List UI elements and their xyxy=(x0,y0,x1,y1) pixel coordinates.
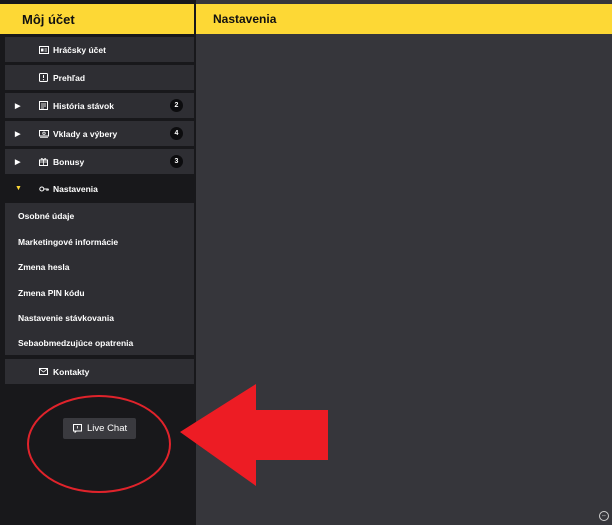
count-badge: 3 xyxy=(170,155,183,168)
caret-right-icon: ▶ xyxy=(15,102,21,110)
gift-icon xyxy=(39,149,48,174)
settings-submenu: Osobné údaje Marketingové informácie Zme… xyxy=(5,203,194,355)
sidebar-title: Môj účet xyxy=(0,4,194,34)
sidebar-item-player-account[interactable]: Hráčsky účet xyxy=(5,37,194,62)
key-icon xyxy=(39,176,49,201)
money-icon xyxy=(39,121,49,146)
sidebar-item-contacts[interactable]: Kontakty xyxy=(5,359,194,384)
submenu-item-marketing-info[interactable]: Marketingové informácie xyxy=(18,235,118,249)
page-title: Nastavenia xyxy=(196,4,612,34)
live-chat-button[interactable]: Live Chat xyxy=(63,418,136,439)
sidebar-item-label: Bonusy xyxy=(53,156,85,167)
sidebar-item-deposits-withdrawals[interactable]: ▶ Vklady a výbery 4 xyxy=(5,121,194,146)
sidebar-item-overview[interactable]: Prehľad xyxy=(5,65,194,90)
submenu-item-change-password[interactable]: Zmena hesla xyxy=(18,260,70,274)
sidebar-item-label: História stávok xyxy=(53,100,114,111)
sidebar-item-label: Nastavenia xyxy=(53,183,98,194)
sidebar-item-label: Vklady a výbery xyxy=(53,128,118,139)
id-card-icon xyxy=(39,37,49,62)
info-icon xyxy=(39,65,48,90)
sidebar-item-label: Kontakty xyxy=(53,366,90,377)
live-chat-label: Live Chat xyxy=(87,423,128,434)
sidebar-item-bet-history[interactable]: ▶ História stávok 2 xyxy=(5,93,194,118)
submenu-item-personal-data[interactable]: Osobné údaje xyxy=(18,209,74,223)
sidebar: Môj účet Hráčsky účet Prehľad ▶ História… xyxy=(0,0,196,525)
accessibility-icon[interactable]: ⇔ xyxy=(599,511,609,521)
caret-right-icon: ▶ xyxy=(15,130,21,138)
sidebar-item-settings[interactable]: ▼ Nastavenia xyxy=(5,176,194,201)
count-badge: 4 xyxy=(170,127,183,140)
chat-icon xyxy=(73,424,82,433)
ticket-icon xyxy=(39,93,48,118)
sidebar-item-bonuses[interactable]: ▶ Bonusy 3 xyxy=(5,149,194,174)
submenu-item-self-limitation[interactable]: Sebaobmedzujúce opatrenia xyxy=(18,336,133,350)
sidebar-item-label: Prehľad xyxy=(53,72,86,83)
main-panel: Nastavenia ⇔ xyxy=(196,0,612,525)
count-badge: 2 xyxy=(170,99,183,112)
envelope-icon xyxy=(39,359,48,384)
sidebar-item-label: Hráčsky účet xyxy=(53,44,106,55)
caret-down-icon: ▼ xyxy=(15,185,22,192)
submenu-item-betting-settings[interactable]: Nastavenie stávkovania xyxy=(18,311,114,325)
caret-right-icon: ▶ xyxy=(15,158,21,166)
submenu-item-change-pin[interactable]: Zmena PIN kódu xyxy=(18,286,85,300)
